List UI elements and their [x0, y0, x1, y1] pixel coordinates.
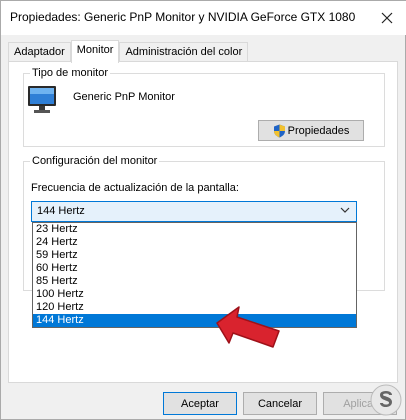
properties-dialog: Propiedades: Generic PnP Monitor y NVIDI…	[0, 0, 406, 420]
refresh-option-85[interactable]: 85 Hertz	[33, 275, 356, 288]
close-button[interactable]	[367, 1, 406, 35]
monitor-config-label: Configuración del monitor	[30, 155, 160, 167]
properties-button-label: Propiedades	[287, 124, 350, 137]
refresh-rate-selected-value: 144 Hertz	[37, 205, 85, 217]
watermark-logo-icon	[370, 384, 402, 416]
tab-monitor[interactable]: Monitor	[70, 40, 120, 63]
refresh-option-100[interactable]: 100 Hertz	[33, 288, 356, 301]
refresh-option-144[interactable]: 144 Hertz	[33, 314, 356, 327]
monitor-icon	[28, 86, 56, 113]
refresh-option-120[interactable]: 120 Hertz	[33, 301, 356, 314]
refresh-rate-dropdown-list: 23 Hertz 24 Hertz 59 Hertz 60 Hertz 85 H…	[32, 222, 357, 328]
chevron-down-icon	[340, 207, 350, 213]
cancel-button-label: Cancelar	[257, 397, 303, 410]
tab-adaptador[interactable]: Adaptador	[8, 42, 71, 62]
title-bar: Propiedades: Generic PnP Monitor y NVIDI…	[1, 1, 406, 35]
refresh-rate-select[interactable]: 144 Hertz	[31, 201, 357, 222]
accept-button[interactable]: Aceptar	[163, 392, 237, 415]
monitor-name: Generic PnP Monitor	[73, 91, 175, 103]
accept-button-label: Aceptar	[181, 397, 219, 410]
window-title: Propiedades: Generic PnP Monitor y NVIDI…	[10, 10, 356, 24]
cancel-button[interactable]: Cancelar	[243, 392, 317, 415]
shield-icon	[273, 124, 285, 137]
refresh-option-60[interactable]: 60 Hertz	[33, 262, 356, 275]
refresh-rate-label: Frecuencia de actualización de la pantal…	[31, 182, 239, 194]
monitor-type-label: Tipo de monitor	[30, 67, 111, 79]
refresh-option-24[interactable]: 24 Hertz	[33, 236, 356, 249]
pointer-arrow-icon	[216, 306, 280, 348]
tab-strip: Adaptador Monitor Administración del col…	[8, 40, 249, 63]
tab-administracion-color[interactable]: Administración del color	[119, 42, 249, 62]
refresh-option-59[interactable]: 59 Hertz	[33, 249, 356, 262]
refresh-option-23[interactable]: 23 Hertz	[33, 223, 356, 236]
properties-button[interactable]: Propiedades	[258, 120, 364, 141]
close-icon	[381, 12, 393, 24]
